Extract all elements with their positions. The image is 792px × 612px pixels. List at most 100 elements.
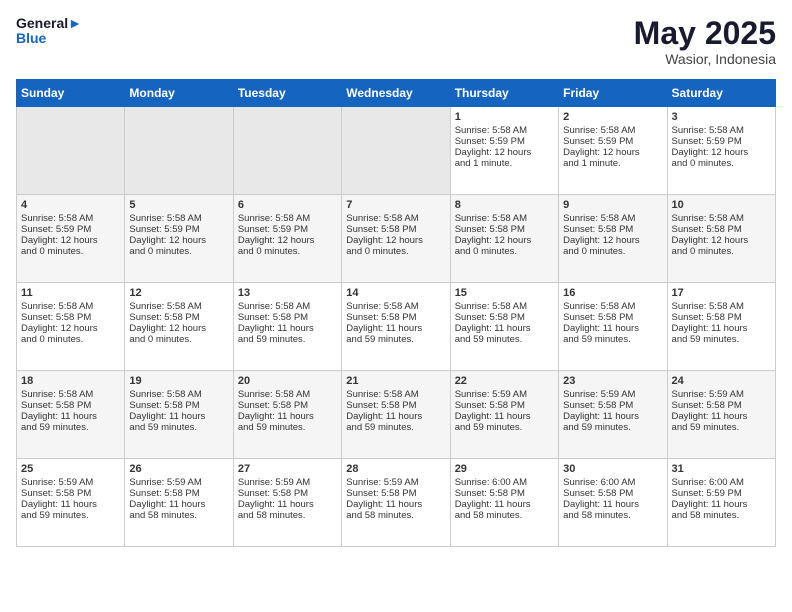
- daylight-text-line2: and 59 minutes.: [672, 422, 771, 433]
- day-number: 27: [238, 463, 337, 475]
- sunrise-text: Sunrise: 5:58 AM: [455, 125, 554, 136]
- calendar-cell: 19Sunrise: 5:58 AMSunset: 5:58 PMDayligh…: [125, 371, 233, 459]
- calendar-cell: 5Sunrise: 5:58 AMSunset: 5:59 PMDaylight…: [125, 195, 233, 283]
- sunrise-text: Sunrise: 5:58 AM: [672, 213, 771, 224]
- daylight-text-line1: Daylight: 12 hours: [129, 235, 228, 246]
- daylight-text-line2: and 0 minutes.: [672, 158, 771, 169]
- day-number: 19: [129, 375, 228, 387]
- day-number: 26: [129, 463, 228, 475]
- day-number: 20: [238, 375, 337, 387]
- day-number: 4: [21, 199, 120, 211]
- sunrise-text: Sunrise: 5:58 AM: [455, 301, 554, 312]
- day-number: 29: [455, 463, 554, 475]
- sunrise-text: Sunrise: 6:00 AM: [455, 477, 554, 488]
- day-number: 18: [21, 375, 120, 387]
- calendar-cell: 2Sunrise: 5:58 AMSunset: 5:59 PMDaylight…: [559, 107, 667, 195]
- day-header-friday: Friday: [559, 80, 667, 107]
- month-title: May 2025: [634, 16, 776, 51]
- logo: General► Blue: [16, 16, 82, 47]
- calendar-cell: 1Sunrise: 5:58 AMSunset: 5:59 PMDaylight…: [450, 107, 558, 195]
- daylight-text-line2: and 59 minutes.: [238, 334, 337, 345]
- daylight-text-line1: Daylight: 11 hours: [672, 411, 771, 422]
- sunset-text: Sunset: 5:58 PM: [346, 400, 445, 411]
- day-number: 7: [346, 199, 445, 211]
- calendar-table: SundayMondayTuesdayWednesdayThursdayFrid…: [16, 79, 776, 547]
- sunrise-text: Sunrise: 5:59 AM: [346, 477, 445, 488]
- daylight-text-line2: and 59 minutes.: [129, 422, 228, 433]
- daylight-text-line2: and 0 minutes.: [21, 334, 120, 345]
- sunset-text: Sunset: 5:58 PM: [21, 312, 120, 323]
- day-header-thursday: Thursday: [450, 80, 558, 107]
- calendar-cell: 27Sunrise: 5:59 AMSunset: 5:58 PMDayligh…: [233, 459, 341, 547]
- daylight-text-line2: and 59 minutes.: [563, 422, 662, 433]
- sunset-text: Sunset: 5:58 PM: [238, 400, 337, 411]
- sunrise-text: Sunrise: 5:59 AM: [238, 477, 337, 488]
- daylight-text-line2: and 0 minutes.: [129, 334, 228, 345]
- calendar-cell: 9Sunrise: 5:58 AMSunset: 5:58 PMDaylight…: [559, 195, 667, 283]
- calendar-cell: 24 Sunrise: 5:59 AMSunset: 5:58 PMDayligh…: [667, 371, 775, 459]
- sunrise-text: Sunrise: 5:58 AM: [238, 389, 337, 400]
- sunrise-text: Sunrise: 5:59 AM: [21, 477, 120, 488]
- sunset-text: Sunset: 5:59 PM: [238, 224, 337, 235]
- sunrise-text: Sunrise: 5:58 AM: [238, 213, 337, 224]
- sunrise-text: Sunrise: 5:58 AM: [672, 125, 771, 136]
- daylight-text-line1: Daylight: 11 hours: [129, 411, 228, 422]
- sunset-text: Sunset: 5:58 PM: [455, 312, 554, 323]
- logo-text: General► Blue: [16, 16, 82, 47]
- calendar-cell: 28Sunrise: 5:59 AMSunset: 5:58 PMDayligh…: [342, 459, 450, 547]
- calendar-cell: 16Sunrise: 5:58 AMSunset: 5:58 PMDayligh…: [559, 283, 667, 371]
- calendar-week-row: 1Sunrise: 5:58 AMSunset: 5:59 PMDaylight…: [17, 107, 776, 195]
- sunrise-text: Sunrise: 5:58 AM: [21, 213, 120, 224]
- calendar-cell: 4Sunrise: 5:58 AMSunset: 5:59 PMDaylight…: [17, 195, 125, 283]
- daylight-text-line2: and 0 minutes.: [346, 246, 445, 257]
- calendar-cell: [125, 107, 233, 195]
- sunset-text: Sunset: 5:59 PM: [672, 136, 771, 147]
- day-header-wednesday: Wednesday: [342, 80, 450, 107]
- day-number: 31: [672, 463, 771, 475]
- daylight-text-line2: and 58 minutes.: [672, 510, 771, 521]
- sunset-text: Sunset: 5:58 PM: [238, 488, 337, 499]
- calendar-cell: 25Sunrise: 5:59 AMSunset: 5:58 PMDayligh…: [17, 459, 125, 547]
- sunset-text: Sunset: 5:58 PM: [346, 224, 445, 235]
- calendar-cell: 22Sunrise: 5:59 AMSunset: 5:58 PMDayligh…: [450, 371, 558, 459]
- daylight-text-line2: and 58 minutes.: [455, 510, 554, 521]
- day-header-sunday: Sunday: [17, 80, 125, 107]
- day-number: 10: [672, 199, 771, 211]
- day-number: 14: [346, 287, 445, 299]
- daylight-text-line2: and 0 minutes.: [129, 246, 228, 257]
- calendar-cell: 29Sunrise: 6:00 AMSunset: 5:58 PMDayligh…: [450, 459, 558, 547]
- day-number: 12: [129, 287, 228, 299]
- calendar-cell: 20Sunrise: 5:58 AMSunset: 5:58 PMDayligh…: [233, 371, 341, 459]
- daylight-text-line1: Daylight: 11 hours: [563, 499, 662, 510]
- title-block: May 2025 Wasior, Indonesia: [634, 16, 776, 67]
- day-number: 5: [129, 199, 228, 211]
- daylight-text-line2: and 58 minutes.: [129, 510, 228, 521]
- day-number: 8: [455, 199, 554, 211]
- day-number: 24: [672, 375, 771, 387]
- sunrise-text: Sunrise: 5:58 AM: [129, 213, 228, 224]
- sunset-text: Sunset: 5:58 PM: [129, 488, 228, 499]
- daylight-text-line1: Daylight: 12 hours: [672, 235, 771, 246]
- sunrise-text: Sunrise: 5:58 AM: [563, 301, 662, 312]
- day-number: 15: [455, 287, 554, 299]
- calendar-cell: 18Sunrise: 5:58 AMSunset: 5:58 PMDayligh…: [17, 371, 125, 459]
- daylight-text-line2: and 59 minutes.: [455, 334, 554, 345]
- calendar-cell: 6Sunrise: 5:58 AMSunset: 5:59 PMDaylight…: [233, 195, 341, 283]
- sunrise-text: Sunrise: 5:58 AM: [129, 389, 228, 400]
- daylight-text-line2: and 1 minute.: [455, 158, 554, 169]
- day-number: 23: [563, 375, 662, 387]
- sunset-text: Sunset: 5:58 PM: [346, 488, 445, 499]
- daylight-text-line1: Daylight: 11 hours: [455, 499, 554, 510]
- daylight-text-line1: Daylight: 11 hours: [346, 411, 445, 422]
- sunset-text: Sunset: 5:58 PM: [672, 400, 771, 411]
- daylight-text-line2: and 0 minutes.: [238, 246, 337, 257]
- day-number: 21: [346, 375, 445, 387]
- daylight-text-line1: Daylight: 12 hours: [346, 235, 445, 246]
- calendar-cell: [17, 107, 125, 195]
- sunset-text: Sunset: 5:58 PM: [563, 400, 662, 411]
- sunrise-text: Sunrise: 5:58 AM: [346, 389, 445, 400]
- day-number: 30: [563, 463, 662, 475]
- day-number: 3: [672, 111, 771, 123]
- daylight-text-line1: Daylight: 12 hours: [455, 235, 554, 246]
- sunrise-text: Sunrise: 5:59 AM: [672, 389, 771, 400]
